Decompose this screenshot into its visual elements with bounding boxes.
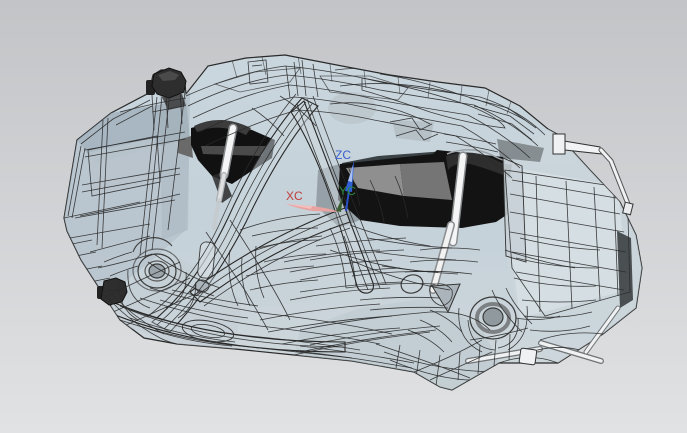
svg-text:YC: YC [339,184,356,198]
svg-text:ZC: ZC [335,148,351,162]
svg-text:XC: XC [286,189,303,203]
